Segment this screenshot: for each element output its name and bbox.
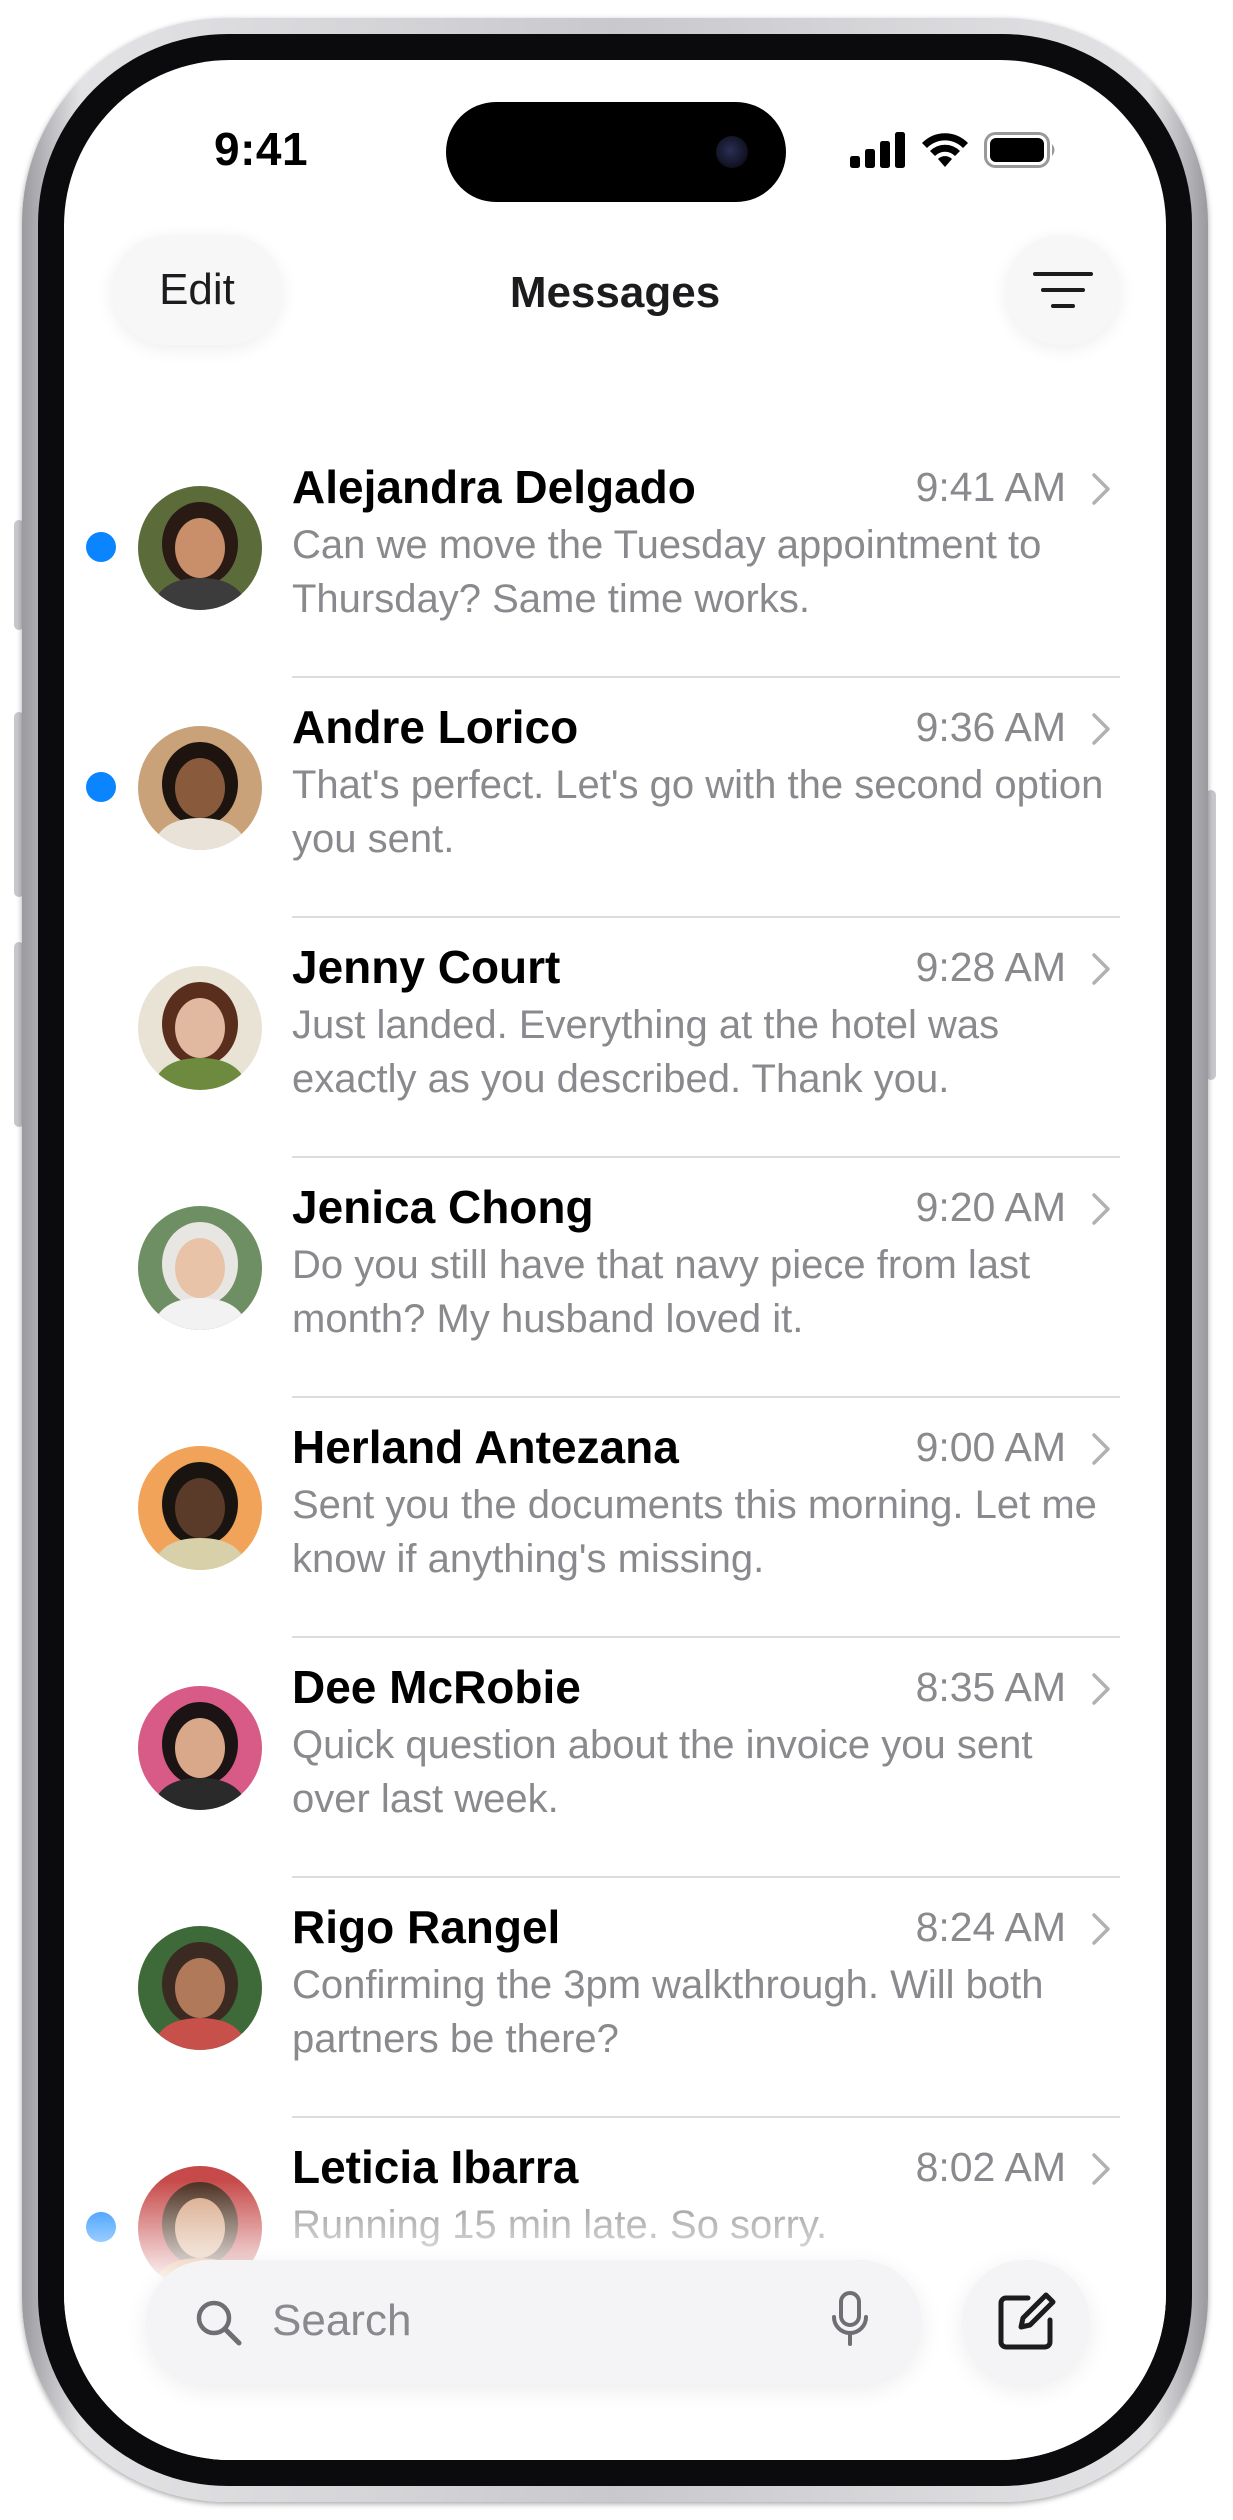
wifi-icon — [922, 133, 968, 167]
conversation-row[interactable]: Jenica Chong 9:20 AM Do you still have tha… — [64, 1158, 1166, 1398]
chevron-right-icon — [1092, 953, 1110, 985]
contact-name: Dee McRobie — [292, 1661, 581, 1713]
conversation-row[interactable]: Andre Lorico 9:36 AM That's perfect. Let's… — [64, 678, 1166, 918]
conversation-row[interactable]: Herland Antezana 9:00 AM Sent you the docu… — [64, 1398, 1166, 1638]
contact-name: Herland Antezana — [292, 1421, 679, 1473]
avatar — [138, 966, 262, 1090]
chevron-right-icon — [1092, 1913, 1110, 1945]
cellular-signal-icon — [850, 132, 905, 168]
message-preview: Confirming the 3pm walkthrough. Will bot… — [292, 1963, 1044, 2061]
message-time: 9:00 AM — [915, 1424, 1066, 1470]
search-icon — [196, 2300, 242, 2346]
message-preview: Quick question about the invoice you sen… — [292, 1723, 1033, 1821]
avatar — [138, 486, 262, 610]
conversation-row[interactable]: Jenny Court 9:28 AM Just landed. Everythin… — [64, 918, 1166, 1158]
search-input[interactable]: Search — [272, 2296, 411, 2346]
dynamic-island — [446, 102, 786, 202]
search-bar[interactable]: Search — [146, 2260, 922, 2384]
message-preview: Can we move the Tuesday appointment to T… — [292, 523, 1042, 621]
message-time: 9:20 AM — [915, 1184, 1066, 1230]
message-time: 8:24 AM — [915, 1904, 1066, 1950]
chevron-right-icon — [1092, 1433, 1110, 1465]
page-title: Messages — [509, 268, 721, 317]
message-time: 9:28 AM — [915, 944, 1066, 990]
message-time: 9:36 AM — [915, 704, 1066, 750]
screen: 9:41 Edit Messages Alejandra Delgado 9:41 — [64, 60, 1166, 2460]
message-preview: Sent you the documents this morning. Let… — [292, 1483, 1097, 1581]
avatar — [138, 1446, 262, 1570]
avatar — [138, 1686, 262, 1810]
chevron-right-icon — [1092, 1673, 1110, 1705]
avatar — [138, 1206, 262, 1330]
contact-name: Rigo Rangel — [292, 1901, 561, 1953]
contact-name: Jenny Court — [292, 941, 561, 993]
conversation-row[interactable]: Alejandra Delgado 9:41 AM Can we move the … — [64, 438, 1166, 678]
message-preview: Just landed. Everything at the hotel was… — [292, 1003, 1000, 1101]
microphone-icon[interactable] — [830, 2290, 870, 2350]
contact-name: Andre Lorico — [292, 701, 579, 753]
message-time: 9:41 AM — [915, 464, 1066, 510]
chevron-right-icon — [1092, 473, 1110, 505]
avatar — [138, 1926, 262, 2050]
compose-icon — [998, 2292, 1056, 2350]
avatar — [138, 726, 262, 850]
chevron-right-icon — [1092, 1193, 1110, 1225]
message-preview: Do you still have that navy piece from l… — [292, 1243, 1031, 1341]
filter-lines-icon — [1033, 272, 1093, 308]
contact-name: Jenica Chong — [292, 1181, 594, 1233]
unread-indicator — [86, 772, 116, 802]
contact-name: Alejandra Delgado — [292, 461, 696, 513]
battery-icon — [984, 132, 1055, 168]
message-time: 8:35 AM — [915, 1664, 1066, 1710]
unread-indicator — [86, 532, 116, 562]
message-preview: That's perfect. Let's go with the second… — [292, 763, 1104, 861]
compose-button[interactable] — [962, 2260, 1090, 2384]
status-time: 9:41 — [214, 123, 309, 175]
conversation-row[interactable]: Dee McRobie 8:35 AM Quick question about t… — [64, 1638, 1166, 1878]
conversation-row[interactable]: Rigo Rangel 8:24 AM Confirming the 3pm wal… — [64, 1878, 1166, 2118]
camera-icon — [716, 136, 748, 168]
filter-button[interactable] — [1006, 235, 1120, 345]
chevron-right-icon — [1092, 713, 1110, 745]
status-icons — [850, 132, 1058, 168]
